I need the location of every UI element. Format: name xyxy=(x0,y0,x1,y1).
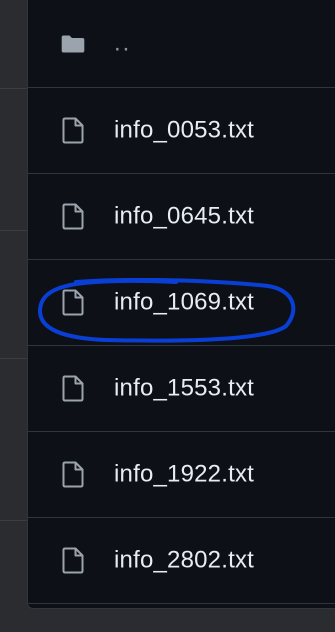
file-name: info_0053.txt xyxy=(114,115,255,143)
file-row-info-1069[interactable]: info_1069.txt xyxy=(28,260,335,346)
file-name: info_1922.txt xyxy=(114,459,255,487)
file-icon xyxy=(61,203,85,230)
file-row-info-1553[interactable]: info_1553.txt xyxy=(28,346,335,432)
file-icon xyxy=(61,375,85,402)
file-icon xyxy=(61,547,85,574)
parent-directory-label: .. xyxy=(114,28,132,56)
file-name: info_1553.txt xyxy=(114,373,255,401)
file-row-info-2802[interactable]: info_2802.txt xyxy=(28,518,335,604)
file-row-info-0645[interactable]: info_0645.txt xyxy=(28,174,335,260)
background-divider xyxy=(0,358,30,359)
folder-icon xyxy=(61,31,85,57)
background-divider xyxy=(0,230,30,231)
file-list-panel: .. info_0053.txt info_0645.txt info_1069… xyxy=(27,0,335,609)
file-row-info-0053[interactable]: info_0053.txt xyxy=(28,88,335,174)
screen: .. info_0053.txt info_0645.txt info_1069… xyxy=(0,0,335,632)
file-name: info_0645.txt xyxy=(114,201,255,229)
parent-directory-row[interactable]: .. xyxy=(28,0,335,88)
file-icon xyxy=(61,117,85,144)
background-divider xyxy=(0,88,30,89)
file-icon xyxy=(61,289,85,316)
file-name: info_2802.txt xyxy=(114,545,255,573)
file-name: info_1069.txt xyxy=(114,287,255,315)
file-row-info-1922[interactable]: info_1922.txt xyxy=(28,432,335,518)
background-divider xyxy=(0,520,30,521)
file-icon xyxy=(61,461,85,488)
